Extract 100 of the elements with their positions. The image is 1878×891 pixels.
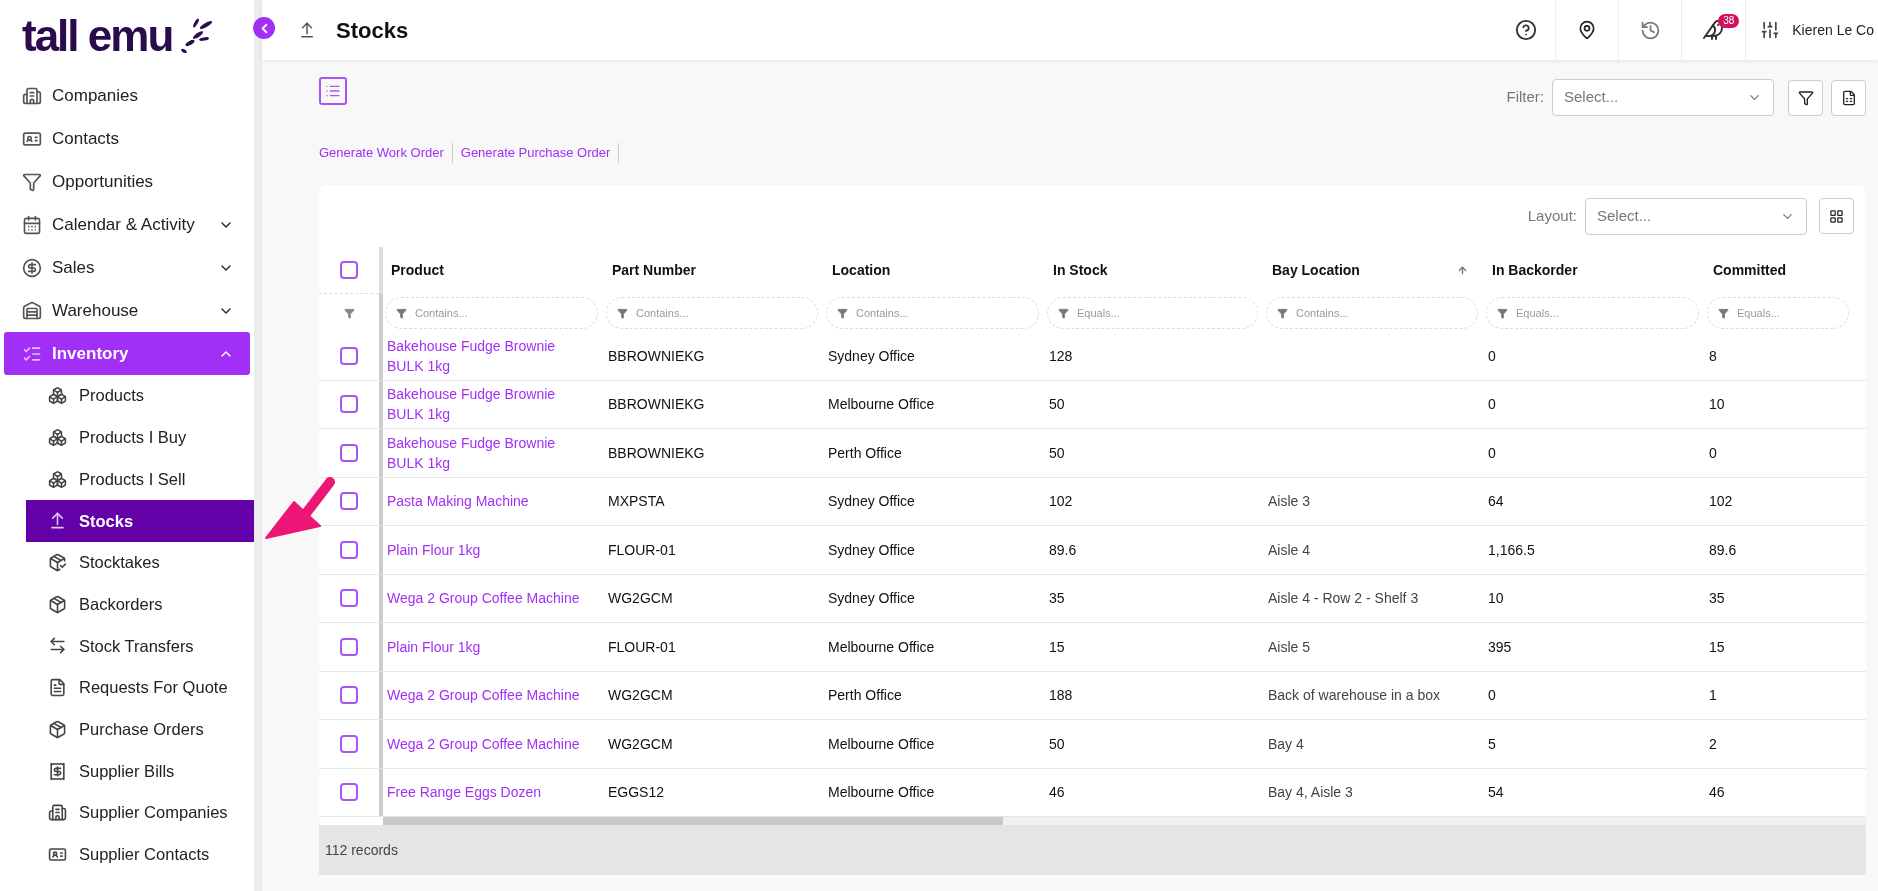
sidebar-item[interactable]: Companies bbox=[4, 74, 250, 117]
sidebar-subitem[interactable]: Products I Sell bbox=[26, 458, 254, 501]
sidebar-item[interactable]: Warehouse bbox=[4, 289, 250, 332]
column-header[interactable]: Part Number bbox=[604, 247, 824, 295]
product-link[interactable]: Wega 2 Group Coffee Machine bbox=[387, 685, 580, 706]
table-cell: 128 bbox=[1049, 347, 1073, 364]
sidebar-subitem[interactable]: Supplier Contacts bbox=[26, 833, 254, 876]
history-icon bbox=[1639, 19, 1661, 41]
column-header[interactable]: Bay Location bbox=[1264, 247, 1484, 295]
sidebar-subitem[interactable]: Products bbox=[26, 375, 254, 417]
table-cell: 0 bbox=[1709, 444, 1717, 461]
sidebar-item[interactable]: Calendar & Activity bbox=[4, 203, 250, 246]
sidebar-item[interactable]: Opportunities bbox=[4, 160, 250, 203]
table-cell: Melbourne Office bbox=[828, 396, 935, 413]
grid-icon bbox=[1829, 208, 1844, 224]
sidebar-item[interactable]: Inventory bbox=[4, 332, 250, 375]
checkbox[interactable] bbox=[340, 589, 358, 608]
table-cell: 15 bbox=[1049, 638, 1065, 655]
table-cell: Melbourne Office bbox=[828, 638, 935, 655]
table-cell: EGGS12 bbox=[608, 784, 665, 801]
column-header[interactable]: Committed bbox=[1705, 247, 1855, 295]
table-cell: 1 bbox=[1709, 687, 1717, 704]
table-cell: BBROWNIEKG bbox=[608, 396, 705, 413]
action-link[interactable]: Generate Work Order bbox=[319, 143, 453, 163]
checkbox[interactable] bbox=[340, 492, 358, 511]
product-link[interactable]: Pasta Making Machine bbox=[387, 491, 529, 512]
sidebar-subitem[interactable]: Purchase Orders bbox=[26, 708, 254, 751]
table-cell: 10 bbox=[1488, 590, 1504, 607]
funnel-icon bbox=[617, 307, 628, 319]
column-header[interactable]: In Backorder bbox=[1484, 247, 1705, 295]
sidebar-subitem[interactable]: Stocks bbox=[26, 500, 254, 542]
list-view-button[interactable] bbox=[319, 77, 347, 105]
table-cell: 0 bbox=[1488, 444, 1496, 461]
notification-badge: 38 bbox=[1718, 14, 1740, 28]
table-cell: FLOUR-01 bbox=[608, 638, 676, 655]
excel-export-button[interactable] bbox=[1831, 79, 1866, 116]
product-link[interactable]: Wega 2 Group Coffee Machine bbox=[387, 588, 580, 609]
checkbox[interactable] bbox=[340, 540, 358, 559]
collapse-sidebar-button[interactable] bbox=[253, 17, 275, 39]
product-link[interactable]: Bakehouse Fudge Brownie BULK 1kg bbox=[387, 384, 585, 425]
table-cell: Bay 4 bbox=[1268, 735, 1304, 752]
column-header[interactable]: Product bbox=[383, 247, 604, 295]
table-cell: MXPSTA bbox=[608, 493, 665, 510]
sidebar-subitem[interactable]: Stocktakes bbox=[26, 541, 254, 584]
sliders-icon bbox=[1760, 20, 1781, 40]
layout-label: Layout: bbox=[1527, 205, 1577, 226]
product-link[interactable]: Plain Flour 1kg bbox=[387, 539, 481, 560]
product-link[interactable]: Free Range Eggs Dozen bbox=[387, 782, 542, 803]
table-cell: Sydney Office bbox=[828, 541, 915, 558]
checkbox[interactable] bbox=[340, 395, 358, 414]
notifications-button[interactable]: 38 bbox=[1682, 0, 1747, 60]
checkbox[interactable] bbox=[340, 734, 358, 753]
table-cell: 50 bbox=[1049, 396, 1065, 413]
table-cell: Sydney Office bbox=[828, 347, 915, 364]
table-cell: 102 bbox=[1709, 493, 1733, 510]
filter-button[interactable] bbox=[1788, 79, 1823, 116]
funnel-icon bbox=[1277, 307, 1288, 319]
sidebar-subitem[interactable]: Supplier Bills bbox=[26, 750, 254, 792]
checkbox[interactable] bbox=[340, 346, 358, 365]
table-cell: Aisle 5 bbox=[1268, 638, 1311, 655]
sidebar-item[interactable]: Contacts bbox=[4, 117, 250, 160]
receipt-icon bbox=[48, 761, 67, 781]
layout-grid-button[interactable] bbox=[1819, 198, 1854, 234]
column-header[interactable]: In Stock bbox=[1045, 247, 1264, 295]
list-icon bbox=[325, 83, 341, 99]
table-cell: 395 bbox=[1488, 638, 1512, 655]
sidebar-subitem[interactable]: Products I Buy bbox=[26, 416, 254, 459]
checkbox[interactable] bbox=[340, 783, 358, 802]
funnel-icon bbox=[1718, 307, 1729, 319]
sidebar-subitem[interactable]: Stock Transfers bbox=[26, 625, 254, 667]
building-icon bbox=[48, 803, 67, 823]
product-link[interactable]: Plain Flour 1kg bbox=[387, 636, 481, 657]
table-cell: 35 bbox=[1049, 590, 1065, 607]
layout-select[interactable]: Select... bbox=[1585, 197, 1807, 235]
logo-text: tall emu bbox=[22, 14, 173, 58]
table-cell: BBROWNIEKG bbox=[608, 444, 705, 461]
user-name[interactable]: Kieren Le Co bbox=[1792, 19, 1878, 41]
table-cell: 64 bbox=[1488, 493, 1504, 510]
product-link[interactable]: Wega 2 Group Coffee Machine bbox=[387, 733, 580, 754]
column-header[interactable]: Location bbox=[824, 247, 1045, 295]
table-cell: 8 bbox=[1709, 347, 1717, 364]
table-cell: Back of warehouse in a box bbox=[1268, 687, 1440, 704]
product-link[interactable]: Bakehouse Fudge Brownie BULK 1kg bbox=[387, 432, 585, 473]
sidebar-item[interactable]: Sales bbox=[4, 246, 250, 289]
sidebar-subitem[interactable]: Backorders bbox=[26, 583, 254, 626]
checkbox[interactable] bbox=[340, 443, 358, 462]
sidebar-subitem[interactable]: Supplier Companies bbox=[26, 791, 254, 834]
action-link[interactable]: Generate Purchase Order bbox=[452, 143, 620, 163]
building-icon bbox=[22, 85, 42, 106]
checkbox[interactable] bbox=[340, 637, 358, 656]
table-cell: 102 bbox=[1049, 493, 1073, 510]
checkbox[interactable] bbox=[340, 261, 358, 280]
sidebar-subitem[interactable]: Requests For Quote bbox=[26, 666, 254, 709]
box-check-icon bbox=[48, 553, 67, 573]
checkbox[interactable] bbox=[340, 686, 358, 705]
box-icon bbox=[48, 719, 67, 739]
table-cell: 35 bbox=[1709, 590, 1725, 607]
horizontal-scrollbar[interactable] bbox=[383, 817, 1866, 825]
filter-select[interactable]: Select... bbox=[1552, 79, 1774, 116]
product-link[interactable]: Bakehouse Fudge Brownie BULK 1kg bbox=[387, 335, 585, 376]
